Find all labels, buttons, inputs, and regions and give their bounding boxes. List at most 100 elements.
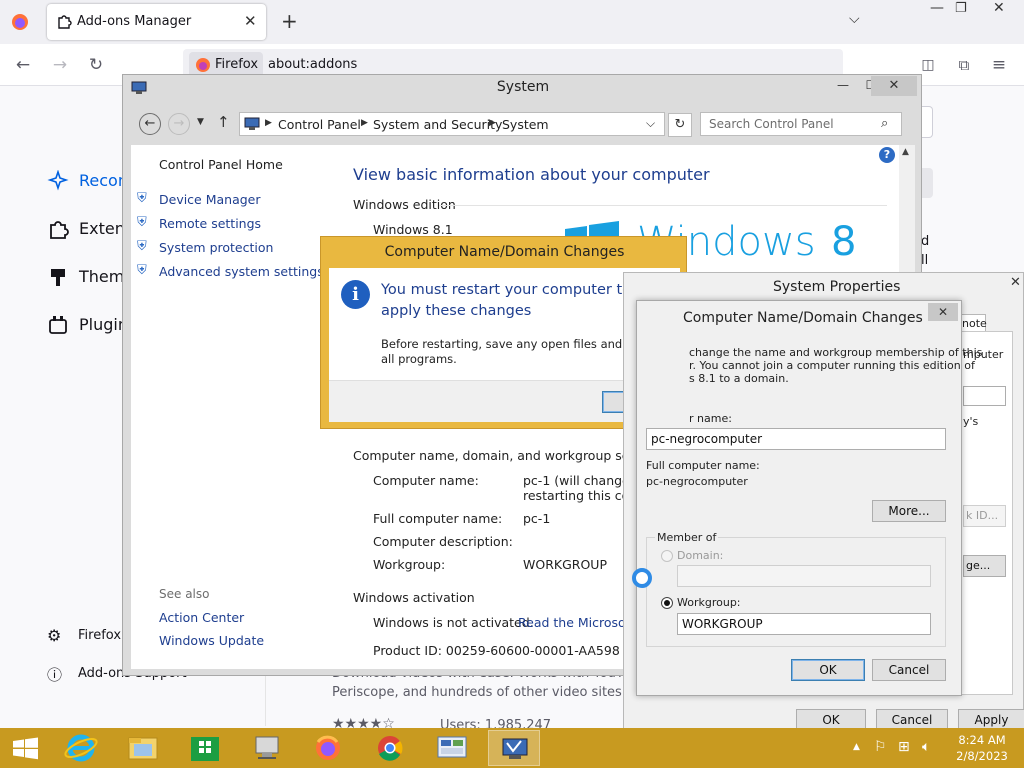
- breadcrumb-system-security[interactable]: System and Security: [373, 117, 502, 132]
- minimize-button[interactable]: —: [930, 0, 944, 16]
- see-also-heading: See also: [159, 587, 210, 601]
- forward-arrow-icon[interactable]: →: [47, 52, 73, 78]
- brush-icon: [47, 266, 69, 288]
- clock-date: 2/8/2023: [956, 749, 1008, 763]
- app-menu-icon[interactable]: ≡: [986, 52, 1012, 78]
- uac-shield-icon: ⛨: [137, 215, 147, 230]
- plugin-icon: [47, 314, 69, 336]
- breadcrumb-control-panel[interactable]: Control Panel: [278, 117, 361, 132]
- firefox-menu-icon[interactable]: [10, 12, 30, 32]
- tab-addons-manager[interactable]: Add-ons Manager ✕: [47, 4, 266, 40]
- internet-explorer-icon[interactable]: [55, 730, 107, 766]
- full-computer-name-value: pc-negrocomputer: [646, 475, 748, 488]
- workgroup-input[interactable]: WORKGROUP: [677, 613, 931, 635]
- workgroup-radio[interactable]: [661, 597, 673, 609]
- task-label: System protection: [159, 240, 274, 255]
- search-placeholder: Search Control Panel: [709, 117, 834, 131]
- activation-status: Windows is not activated.: [373, 615, 534, 630]
- full-computer-name-label: Full computer name:: [373, 511, 503, 526]
- up-arrow-icon[interactable]: ↑: [217, 113, 230, 131]
- start-button[interactable]: [0, 730, 52, 766]
- puzzle-icon: [47, 218, 69, 240]
- tab-remote[interactable]: note: [960, 314, 987, 332]
- full-computer-name-label: Full computer name:: [646, 459, 760, 472]
- puzzle-icon: [56, 13, 72, 29]
- search-control-panel[interactable]: Search Control Panel ⌕: [700, 112, 902, 136]
- list-tabs-chevron-icon[interactable]: ⌵: [849, 11, 860, 27]
- show-hidden-icons-chevron-icon[interactable]: ▲: [853, 742, 860, 752]
- workgroup-label: Workgroup:: [373, 557, 446, 572]
- close-button[interactable]: ✕: [871, 76, 917, 96]
- computer-name-changes-window: Computer Name/Domain Changes ✕ change th…: [636, 300, 982, 696]
- product-id: Product ID: 00259-60600-00001-AA598: [373, 643, 620, 658]
- name-changes-description: s 8.1 to a domain.: [689, 372, 789, 385]
- close-icon[interactable]: ✕: [1010, 275, 1021, 290]
- system-properties-title: System Properties: [773, 279, 901, 295]
- volume-icon[interactable]: 🔈︎: [922, 739, 930, 755]
- refresh-icon[interactable]: ↻: [668, 113, 692, 137]
- name-changes-cancel-button[interactable]: Cancel: [872, 659, 946, 681]
- back-button[interactable]: ←: [139, 113, 161, 135]
- scroll-up-icon[interactable]: ▲: [902, 147, 909, 157]
- domain-radio[interactable]: [661, 550, 673, 562]
- tab-title: Add-ons Manager: [77, 14, 192, 29]
- breadcrumb-system[interactable]: System: [502, 117, 549, 132]
- back-arrow-icon[interactable]: ←: [10, 52, 36, 78]
- address-chevron-down-icon[interactable]: ⌵: [646, 116, 655, 131]
- control-panel-home-link[interactable]: Control Panel Home: [159, 157, 283, 172]
- domain-input[interactable]: [677, 565, 931, 587]
- extensions-icon[interactable]: ⧉: [951, 52, 977, 78]
- action-center-flag-icon[interactable]: ⚐: [874, 739, 887, 755]
- remote-desktop-icon[interactable]: [241, 730, 293, 766]
- computer-name-heading: Computer name, domain, and workgroup set…: [353, 448, 666, 463]
- windows-activation-heading: Windows activation: [353, 590, 475, 605]
- close-tab-icon[interactable]: ✕: [244, 12, 257, 30]
- network-id-text-peek: y's: [963, 415, 979, 428]
- restore-button[interactable]: ❐: [955, 1, 967, 16]
- action-center-link[interactable]: Action Center: [159, 610, 244, 625]
- url-text[interactable]: about:addons: [268, 57, 357, 72]
- name-changes-description: r. You cannot join a computer running th…: [689, 359, 975, 372]
- read-license-link[interactable]: Read the Microsoft: [518, 615, 635, 630]
- firefox-taskbar-icon[interactable]: [302, 730, 354, 766]
- card-text-peek: d: [921, 234, 930, 249]
- control-panel-taskbar-icon[interactable]: [426, 730, 478, 766]
- page-heading: View basic information about your comput…: [353, 165, 710, 184]
- recent-locations-chevron-icon[interactable]: ▼: [197, 117, 204, 127]
- more-button[interactable]: More...: [872, 500, 946, 522]
- network-id-button[interactable]: k ID...: [963, 505, 1006, 527]
- minimize-button[interactable]: —: [829, 76, 857, 94]
- computer-name-input[interactable]: pc-negrocomputer: [646, 428, 946, 450]
- system-taskbar-icon[interactable]: [488, 730, 540, 766]
- system-clock[interactable]: 8:24 AM 2/8/2023: [950, 732, 1014, 764]
- close-icon[interactable]: ✕: [928, 303, 958, 321]
- close-window-button[interactable]: ✕: [993, 0, 1005, 16]
- store-icon[interactable]: [179, 730, 231, 766]
- name-changes-ok-button[interactable]: OK: [791, 659, 865, 681]
- full-computer-name-value: pc-1: [523, 511, 551, 526]
- chrome-icon[interactable]: [364, 730, 416, 766]
- task-label: Remote settings: [159, 216, 262, 231]
- computer-description-input[interactable]: [963, 386, 1006, 406]
- sparkle-icon: [47, 170, 69, 192]
- reload-icon[interactable]: ↻: [83, 52, 109, 78]
- cursor-indicator: [632, 568, 652, 588]
- new-tab-button[interactable]: +: [281, 9, 298, 33]
- change-button[interactable]: ge...: [963, 555, 1006, 577]
- windows-update-link[interactable]: Windows Update: [159, 633, 264, 648]
- system-window-title: System: [496, 79, 550, 95]
- workgroup-label: Workgroup:: [677, 596, 741, 609]
- category-label: Plugin: [79, 315, 128, 334]
- name-changes-description: change the name and workgroup membership…: [689, 346, 983, 359]
- network-icon[interactable]: ⊞: [898, 739, 910, 755]
- address-breadcrumb[interactable]: ▶ Control Panel ▶ System and Security ▶ …: [239, 112, 665, 136]
- file-explorer-icon[interactable]: [117, 730, 169, 766]
- uac-shield-icon: ⛨: [137, 239, 147, 254]
- computer-name-label: r name:: [689, 412, 732, 425]
- clock-time: 8:24 AM: [958, 733, 1006, 747]
- forward-button[interactable]: →: [168, 113, 190, 135]
- computer-description-label: Computer description:: [373, 534, 513, 549]
- task-label: Advanced system settings: [159, 264, 324, 279]
- search-icon: ⌕: [881, 116, 889, 131]
- help-icon[interactable]: ?: [879, 147, 895, 163]
